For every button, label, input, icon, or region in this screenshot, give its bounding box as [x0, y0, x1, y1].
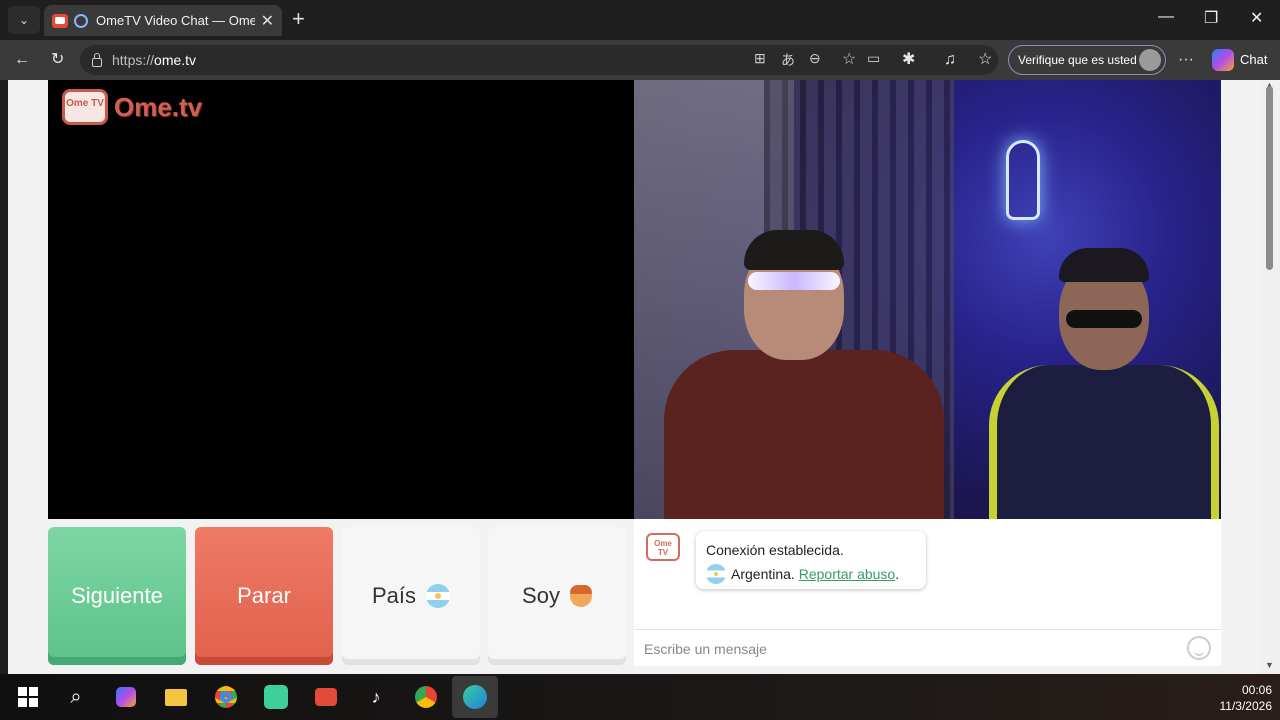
system-clock[interactable]: 00:06 11/3/2026 — [1220, 682, 1273, 714]
star-icon[interactable]: ☆ — [842, 49, 856, 69]
country-line: Argentina. Reportar abuso. — [706, 562, 916, 586]
message-input[interactable] — [644, 637, 1174, 661]
extensions-icon[interactable]: ✱ — [902, 50, 915, 70]
tiktok-icon[interactable]: ♪ — [361, 682, 391, 712]
new-tab-icon[interactable]: + — [292, 8, 305, 30]
more-icon[interactable]: ··· — [1178, 50, 1194, 70]
chat-panel: Ome TV Conexión establecida. Argentina. … — [634, 519, 1221, 666]
copilot-icon[interactable] — [1212, 49, 1234, 71]
copilot-app-icon[interactable] — [111, 682, 141, 712]
report-suffix: . — [895, 566, 900, 582]
ometv-app-icon[interactable] — [311, 682, 341, 712]
chrome-profile-icon[interactable] — [411, 682, 441, 712]
system-message: Conexión establecida. Argentina. Reporta… — [696, 531, 926, 589]
browser-tab[interactable]: OmeTV Video Chat — Omegle ✕ — [44, 5, 282, 36]
url-domain: ome.tv — [154, 52, 197, 68]
tab-close-icon[interactable]: ✕ — [261, 11, 274, 31]
music-icon[interactable]: ♫ — [944, 50, 956, 70]
stranger-video — [634, 80, 1221, 519]
gender-button[interactable]: Soy — [488, 527, 626, 665]
argentina-flag-icon — [706, 564, 726, 584]
scroll-thumb[interactable] — [1266, 86, 1273, 270]
tab-menu-icon[interactable]: ⌄ — [8, 6, 40, 34]
app-available-icon[interactable]: ⊞ — [754, 50, 766, 67]
next-button[interactable]: Siguiente — [48, 527, 186, 665]
report-abuse-link[interactable]: Reportar abuso — [799, 566, 896, 582]
argentina-flag-icon — [426, 584, 451, 608]
video-person-left — [654, 230, 954, 519]
address-bar[interactable]: https://ome.tv — [80, 45, 998, 75]
chat-ometv-icon: Ome TV — [646, 533, 680, 561]
restore-icon[interactable]: ❐ — [1204, 8, 1218, 28]
next-label: Siguiente — [71, 583, 163, 608]
gender-label: Soy — [522, 583, 560, 608]
media-icon[interactable]: ▭ — [867, 50, 880, 67]
file-explorer-icon[interactable] — [161, 682, 191, 712]
avatar — [1139, 49, 1161, 71]
stop-label: Parar — [237, 583, 291, 608]
country-button[interactable]: País — [342, 527, 480, 665]
message-bar — [634, 629, 1221, 666]
ometv-logo[interactable]: Ome TV Ome.tv — [62, 89, 202, 125]
stop-button[interactable]: Parar — [195, 527, 333, 665]
edge-icon[interactable] — [452, 676, 498, 718]
minimize-icon[interactable]: — — [1158, 8, 1174, 26]
scroll-down-icon[interactable]: ▼ — [1265, 660, 1274, 670]
clock-time: 00:06 — [1241, 683, 1272, 697]
own-video: Ome TV Ome.tv — [48, 80, 634, 519]
translate-icon[interactable]: あ — [781, 50, 795, 70]
refresh-icon[interactable]: ↻ — [51, 50, 64, 70]
taskbar: ⌕ ♪ 00:06 11/3/2026 — [0, 674, 1280, 720]
lock-icon — [92, 52, 102, 67]
browser-toolbar: ← ↻ https://ome.tv ⊞ あ ⊖ ☆ ▭ ✱ ♫ ☆ Verif… — [0, 40, 1280, 80]
back-icon[interactable]: ← — [14, 50, 30, 70]
boy-emoji-icon — [569, 585, 592, 607]
tab-title: OmeTV Video Chat — Omegle — [96, 13, 255, 28]
close-window-icon[interactable]: ✕ — [1250, 8, 1263, 28]
ometv-favicon-icon — [52, 13, 68, 28]
profile-button[interactable]: Verifique que es usted — [1008, 45, 1166, 75]
video-person-right — [974, 240, 1221, 519]
tab-audio-icon — [74, 13, 88, 28]
browser-titlebar: ⌄ OmeTV Video Chat — Omegle ✕ + — ❐ ✕ — [0, 0, 1280, 40]
url-scheme: https:// — [112, 52, 155, 68]
search-icon[interactable]: ⌕ — [61, 682, 91, 712]
app-green-icon[interactable] — [261, 682, 291, 712]
connection-status: Conexión establecida. — [706, 542, 844, 558]
favorites-icon[interactable]: ☆ — [978, 50, 992, 70]
clock-date: 11/3/2026 — [1219, 699, 1273, 713]
country-name: Argentina. — [731, 566, 795, 582]
logo-text: Ome.tv — [114, 91, 203, 122]
chrome-icon[interactable] — [211, 682, 241, 712]
neon-sign — [1006, 140, 1040, 220]
country-label: País — [371, 583, 417, 608]
emoji-icon[interactable] — [1187, 636, 1211, 660]
profile-label: Verifique que es usted — [1018, 53, 1137, 67]
windows-start-icon[interactable] — [13, 682, 43, 712]
tracking-icon[interactable]: ⊖ — [809, 50, 821, 67]
logo-badge: Ome TV — [62, 89, 108, 125]
copilot-chat-label[interactable]: Chat — [1240, 52, 1267, 67]
page-scrollbar[interactable]: ▲ ▼ — [1260, 80, 1280, 674]
